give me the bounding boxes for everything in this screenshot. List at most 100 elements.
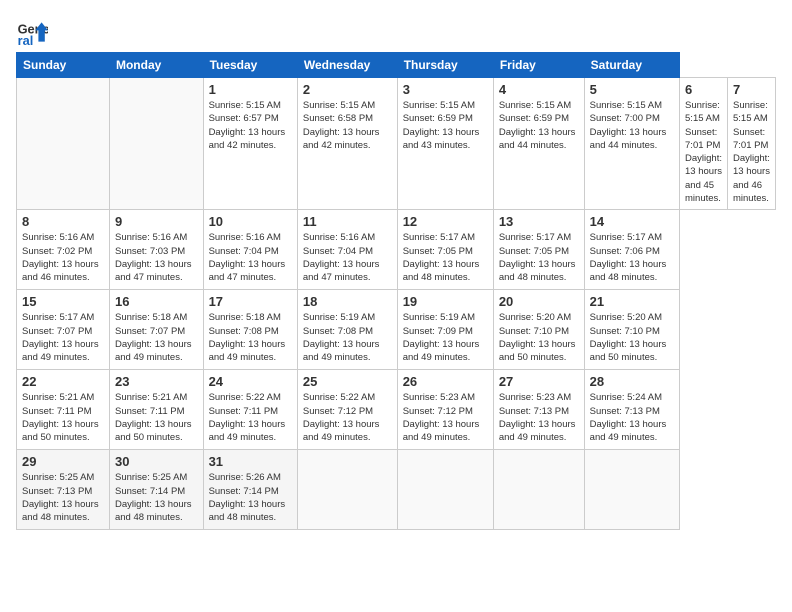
calendar-cell: 15 Sunrise: 5:17 AM Sunset: 7:07 PM Dayl… xyxy=(17,290,110,370)
calendar-cell: 12 Sunrise: 5:17 AM Sunset: 7:05 PM Dayl… xyxy=(397,210,493,290)
logo-icon: Gene ral xyxy=(16,16,48,48)
calendar-cell: 3 Sunrise: 5:15 AM Sunset: 6:59 PM Dayli… xyxy=(397,78,493,210)
day-number: 27 xyxy=(499,374,579,389)
day-number: 11 xyxy=(303,214,392,229)
day-info: Sunrise: 5:16 AM Sunset: 7:04 PM Dayligh… xyxy=(303,231,392,284)
day-number: 4 xyxy=(499,82,579,97)
calendar-cell: 25 Sunrise: 5:22 AM Sunset: 7:12 PM Dayl… xyxy=(297,370,397,450)
day-info: Sunrise: 5:19 AM Sunset: 7:09 PM Dayligh… xyxy=(403,311,488,364)
calendar-cell: 30 Sunrise: 5:25 AM Sunset: 7:14 PM Dayl… xyxy=(109,450,203,530)
page-header: Gene ral xyxy=(16,16,776,48)
header-tuesday: Tuesday xyxy=(203,53,297,78)
header-friday: Friday xyxy=(493,53,584,78)
calendar-cell: 19 Sunrise: 5:19 AM Sunset: 7:09 PM Dayl… xyxy=(397,290,493,370)
day-info: Sunrise: 5:15 AM Sunset: 7:00 PM Dayligh… xyxy=(590,99,674,152)
day-info: Sunrise: 5:23 AM Sunset: 7:12 PM Dayligh… xyxy=(403,391,488,444)
calendar-cell xyxy=(397,450,493,530)
calendar-cell xyxy=(109,78,203,210)
calendar-cell: 26 Sunrise: 5:23 AM Sunset: 7:12 PM Dayl… xyxy=(397,370,493,450)
day-info: Sunrise: 5:16 AM Sunset: 7:03 PM Dayligh… xyxy=(115,231,198,284)
day-number: 5 xyxy=(590,82,674,97)
calendar-cell: 14 Sunrise: 5:17 AM Sunset: 7:06 PM Dayl… xyxy=(584,210,679,290)
calendar-cell: 31 Sunrise: 5:26 AM Sunset: 7:14 PM Dayl… xyxy=(203,450,297,530)
day-number: 2 xyxy=(303,82,392,97)
day-info: Sunrise: 5:17 AM Sunset: 7:05 PM Dayligh… xyxy=(403,231,488,284)
calendar-cell: 23 Sunrise: 5:21 AM Sunset: 7:11 PM Dayl… xyxy=(109,370,203,450)
header-saturday: Saturday xyxy=(584,53,679,78)
day-info: Sunrise: 5:18 AM Sunset: 7:08 PM Dayligh… xyxy=(209,311,292,364)
day-info: Sunrise: 5:25 AM Sunset: 7:13 PM Dayligh… xyxy=(22,471,104,524)
calendar-cell: 18 Sunrise: 5:19 AM Sunset: 7:08 PM Dayl… xyxy=(297,290,397,370)
day-number: 6 xyxy=(685,82,722,97)
calendar-cell: 27 Sunrise: 5:23 AM Sunset: 7:13 PM Dayl… xyxy=(493,370,584,450)
calendar-cell: 2 Sunrise: 5:15 AM Sunset: 6:58 PM Dayli… xyxy=(297,78,397,210)
calendar-cell: 13 Sunrise: 5:17 AM Sunset: 7:05 PM Dayl… xyxy=(493,210,584,290)
calendar-cell: 17 Sunrise: 5:18 AM Sunset: 7:08 PM Dayl… xyxy=(203,290,297,370)
day-number: 8 xyxy=(22,214,104,229)
day-number: 15 xyxy=(22,294,104,309)
calendar-body: 1 Sunrise: 5:15 AM Sunset: 6:57 PM Dayli… xyxy=(17,78,776,530)
day-info: Sunrise: 5:19 AM Sunset: 7:08 PM Dayligh… xyxy=(303,311,392,364)
calendar-week-1: 1 Sunrise: 5:15 AM Sunset: 6:57 PM Dayli… xyxy=(17,78,776,210)
calendar-cell: 20 Sunrise: 5:20 AM Sunset: 7:10 PM Dayl… xyxy=(493,290,584,370)
calendar-cell: 8 Sunrise: 5:16 AM Sunset: 7:02 PM Dayli… xyxy=(17,210,110,290)
calendar-header-row: SundayMondayTuesdayWednesdayThursdayFrid… xyxy=(17,53,776,78)
calendar-cell: 9 Sunrise: 5:16 AM Sunset: 7:03 PM Dayli… xyxy=(109,210,203,290)
day-info: Sunrise: 5:21 AM Sunset: 7:11 PM Dayligh… xyxy=(115,391,198,444)
day-info: Sunrise: 5:24 AM Sunset: 7:13 PM Dayligh… xyxy=(590,391,674,444)
day-info: Sunrise: 5:25 AM Sunset: 7:14 PM Dayligh… xyxy=(115,471,198,524)
day-number: 25 xyxy=(303,374,392,389)
calendar-cell: 22 Sunrise: 5:21 AM Sunset: 7:11 PM Dayl… xyxy=(17,370,110,450)
calendar-cell xyxy=(493,450,584,530)
day-number: 14 xyxy=(590,214,674,229)
calendar-week-4: 22 Sunrise: 5:21 AM Sunset: 7:11 PM Dayl… xyxy=(17,370,776,450)
day-info: Sunrise: 5:15 AM Sunset: 6:57 PM Dayligh… xyxy=(209,99,292,152)
day-info: Sunrise: 5:20 AM Sunset: 7:10 PM Dayligh… xyxy=(499,311,579,364)
day-info: Sunrise: 5:22 AM Sunset: 7:12 PM Dayligh… xyxy=(303,391,392,444)
day-number: 1 xyxy=(209,82,292,97)
calendar-cell: 5 Sunrise: 5:15 AM Sunset: 7:00 PM Dayli… xyxy=(584,78,679,210)
day-info: Sunrise: 5:15 AM Sunset: 7:01 PM Dayligh… xyxy=(685,99,722,205)
day-number: 18 xyxy=(303,294,392,309)
day-number: 3 xyxy=(403,82,488,97)
logo: Gene ral xyxy=(16,16,52,48)
day-info: Sunrise: 5:22 AM Sunset: 7:11 PM Dayligh… xyxy=(209,391,292,444)
day-info: Sunrise: 5:15 AM Sunset: 7:01 PM Dayligh… xyxy=(733,99,770,205)
day-info: Sunrise: 5:18 AM Sunset: 7:07 PM Dayligh… xyxy=(115,311,198,364)
header-sunday: Sunday xyxy=(17,53,110,78)
day-number: 9 xyxy=(115,214,198,229)
calendar-cell: 10 Sunrise: 5:16 AM Sunset: 7:04 PM Dayl… xyxy=(203,210,297,290)
day-number: 19 xyxy=(403,294,488,309)
day-info: Sunrise: 5:17 AM Sunset: 7:07 PM Dayligh… xyxy=(22,311,104,364)
day-number: 20 xyxy=(499,294,579,309)
calendar-cell: 7 Sunrise: 5:15 AM Sunset: 7:01 PM Dayli… xyxy=(727,78,775,210)
day-number: 24 xyxy=(209,374,292,389)
day-number: 26 xyxy=(403,374,488,389)
calendar-cell: 1 Sunrise: 5:15 AM Sunset: 6:57 PM Dayli… xyxy=(203,78,297,210)
calendar-cell xyxy=(297,450,397,530)
day-number: 10 xyxy=(209,214,292,229)
day-info: Sunrise: 5:23 AM Sunset: 7:13 PM Dayligh… xyxy=(499,391,579,444)
day-info: Sunrise: 5:17 AM Sunset: 7:05 PM Dayligh… xyxy=(499,231,579,284)
day-info: Sunrise: 5:16 AM Sunset: 7:02 PM Dayligh… xyxy=(22,231,104,284)
calendar-week-5: 29 Sunrise: 5:25 AM Sunset: 7:13 PM Dayl… xyxy=(17,450,776,530)
day-number: 28 xyxy=(590,374,674,389)
day-info: Sunrise: 5:15 AM Sunset: 6:59 PM Dayligh… xyxy=(499,99,579,152)
day-number: 22 xyxy=(22,374,104,389)
svg-text:ral: ral xyxy=(18,33,34,48)
day-number: 16 xyxy=(115,294,198,309)
day-info: Sunrise: 5:17 AM Sunset: 7:06 PM Dayligh… xyxy=(590,231,674,284)
day-number: 21 xyxy=(590,294,674,309)
calendar-cell: 11 Sunrise: 5:16 AM Sunset: 7:04 PM Dayl… xyxy=(297,210,397,290)
day-info: Sunrise: 5:15 AM Sunset: 6:59 PM Dayligh… xyxy=(403,99,488,152)
calendar-cell: 29 Sunrise: 5:25 AM Sunset: 7:13 PM Dayl… xyxy=(17,450,110,530)
header-wednesday: Wednesday xyxy=(297,53,397,78)
header-monday: Monday xyxy=(109,53,203,78)
calendar-cell: 21 Sunrise: 5:20 AM Sunset: 7:10 PM Dayl… xyxy=(584,290,679,370)
calendar-cell: 6 Sunrise: 5:15 AM Sunset: 7:01 PM Dayli… xyxy=(680,78,728,210)
day-info: Sunrise: 5:16 AM Sunset: 7:04 PM Dayligh… xyxy=(209,231,292,284)
day-number: 23 xyxy=(115,374,198,389)
calendar-cell: 16 Sunrise: 5:18 AM Sunset: 7:07 PM Dayl… xyxy=(109,290,203,370)
calendar-week-3: 15 Sunrise: 5:17 AM Sunset: 7:07 PM Dayl… xyxy=(17,290,776,370)
day-number: 30 xyxy=(115,454,198,469)
